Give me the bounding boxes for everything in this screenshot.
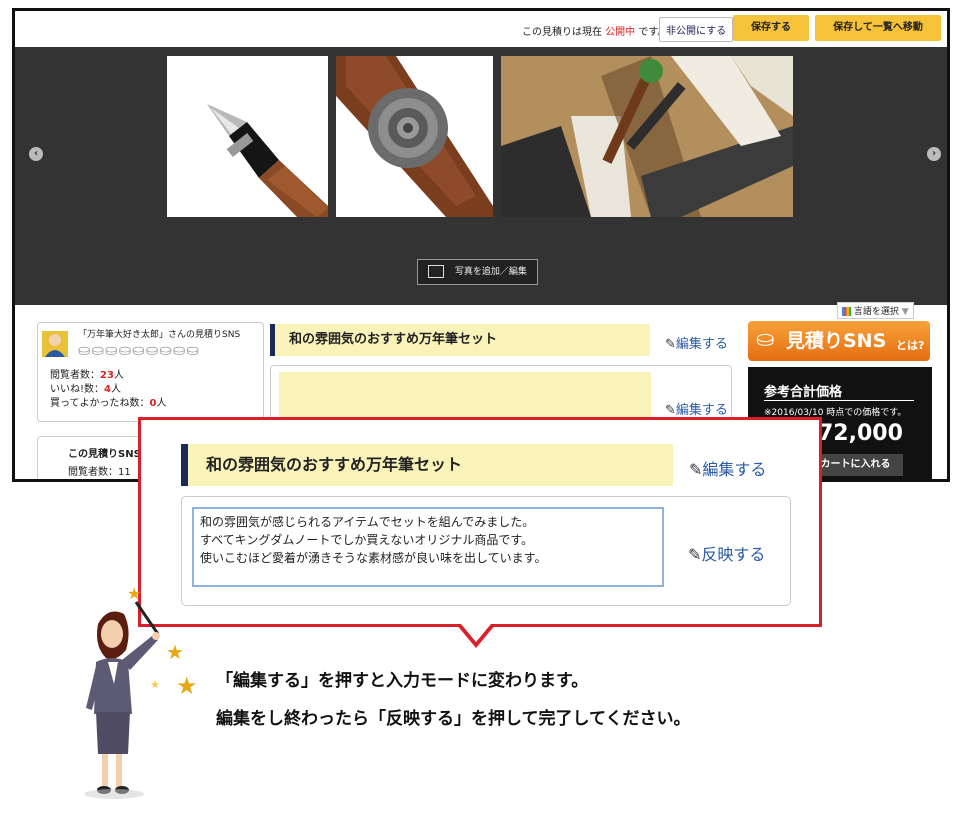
- callout-pointer: [456, 624, 496, 648]
- gallery-photo-pen-nib[interactable]: [167, 56, 328, 217]
- ammonite-pen-image: [336, 56, 493, 217]
- profile2-title: この見積りSNS: [68, 449, 141, 460]
- estimate-title: 和の雰囲気のおすすめ万年筆セット: [270, 324, 650, 356]
- callout-description-panel: 和の雰囲気が感じられるアイテムでセットを組んでみました。 すべてキングダムノート…: [181, 496, 791, 606]
- pen-edit-icon: ✎: [665, 337, 676, 352]
- pen-edit-icon: ✎: [688, 545, 702, 564]
- make-private-button[interactable]: 非公開にする: [659, 17, 734, 42]
- publish-status: この見積りは現在 公開中 です。: [522, 23, 667, 38]
- save-button[interactable]: 保存する: [733, 15, 809, 41]
- star-icon: ★: [150, 678, 160, 691]
- screenshot-frame: この見積りは現在 公開中 です。 非公開にする 保存する 保存して一覧へ移動 ‹…: [12, 8, 950, 482]
- callout-edit-link[interactable]: ✎編集する: [689, 456, 766, 480]
- description-line: 使いこむほど愛着が湧きそうな素材感が良い味を出しています。: [200, 551, 547, 565]
- price-amount: 72,000: [818, 421, 903, 446]
- profile-name[interactable]: 「万年筆大好き太郎」さんの見積りSNS: [78, 327, 240, 340]
- description-edit-link[interactable]: ✎編集する: [665, 399, 728, 418]
- pen-edit-icon: ✎: [689, 460, 703, 479]
- bought-stat: 買ってよかったね数：0人: [50, 398, 167, 409]
- callout-title: 和の雰囲気のおすすめ万年筆セット: [181, 444, 673, 486]
- description-textarea[interactable]: 和の雰囲気が感じられるアイテムでセットを組んでみました。 すべてキングダムノート…: [192, 507, 664, 587]
- add-to-cart-button[interactable]: カートに入れる: [808, 454, 903, 476]
- title-edit-link[interactable]: ✎編集する: [665, 333, 728, 352]
- star-icon: ★: [127, 584, 142, 603]
- apply-link[interactable]: ✎反映する: [688, 541, 765, 565]
- top-bar: この見積りは現在 公開中 です。 非公開にする 保存する 保存して一覧へ移動: [15, 11, 947, 47]
- avatar[interactable]: [42, 331, 68, 357]
- price-heading: 参考合計価格: [764, 381, 914, 401]
- bag-icons: ⛀⛀⛀⛀⛀⛀⛀⛀⛀: [78, 341, 200, 359]
- sns-logo-text: 見積りSNS: [786, 330, 887, 352]
- photo-icon: [428, 265, 444, 278]
- sns-logo-suffix: とは?: [896, 339, 925, 352]
- shopping-bag-icon: ⛀⛀⛀⛀⛀⛀⛀⛀⛀: [78, 341, 201, 359]
- pen-edit-icon: ✎: [665, 403, 676, 418]
- language-selector[interactable]: 言語を選択 ▼: [837, 302, 914, 319]
- instruction-line-1: 「編集する」を押すと入力モードに変わります。: [216, 671, 589, 691]
- views-stat: 閲覧者数：23人: [50, 370, 124, 381]
- zoom-callout: 和の雰囲気のおすすめ万年筆セット ✎編集する 和の雰囲気が感じられるアイテムでセ…: [138, 417, 822, 627]
- profile-stats: 閲覧者数：23人 いいね!数：4人 買ってよかったね数：0人: [50, 369, 166, 411]
- status-value: 公開中: [605, 27, 636, 38]
- star-icon: ★: [176, 672, 198, 700]
- star-icon: ★: [166, 640, 184, 664]
- profile-box: 「万年筆大好き太郎」さんの見積りSNS ⛀⛀⛀⛀⛀⛀⛀⛀⛀ 閲覧者数：23人 い…: [37, 322, 264, 422]
- pen-nib-image: [207, 104, 328, 217]
- likes-stat: いいね!数：4人: [50, 384, 121, 395]
- gallery-prev-arrow[interactable]: ‹: [29, 147, 43, 161]
- add-photo-button[interactable]: 写真を追加／編集: [417, 259, 538, 285]
- status-prefix: この見積りは現在: [522, 27, 602, 38]
- google-icon: [842, 307, 851, 316]
- add-photo-label: 写真を追加／編集: [454, 267, 527, 277]
- instruction-line-2: 編集をし終わったら「反映する」を押して完了してください。: [216, 709, 691, 729]
- sns-logo-button[interactable]: ⛀ 見積りSNS とは?: [748, 321, 930, 361]
- gallery-photo-pen-cases[interactable]: [501, 56, 793, 217]
- dropdown-arrow: ▼: [901, 307, 909, 317]
- shopping-bag-icon: ⛀: [756, 327, 775, 352]
- avatar-image: [45, 334, 65, 357]
- profile2-views: 閲覧者数：11: [68, 467, 131, 478]
- language-label: 言語を選択: [853, 307, 899, 317]
- photo-gallery: ‹ › 写真を追加／編集: [15, 47, 947, 305]
- description-line: 和の雰囲気が感じられるアイテムでセットを組んでみました。: [200, 515, 535, 529]
- save-and-list-button[interactable]: 保存して一覧へ移動: [815, 15, 941, 41]
- gallery-next-arrow[interactable]: ›: [927, 147, 941, 161]
- gallery-photo-ammonite-pen[interactable]: [336, 56, 493, 217]
- description-line: すべてキングダムノートでしか買えないオリジナル商品です。: [200, 533, 534, 547]
- pen-cases-image: [501, 56, 793, 217]
- description-area[interactable]: [279, 372, 651, 422]
